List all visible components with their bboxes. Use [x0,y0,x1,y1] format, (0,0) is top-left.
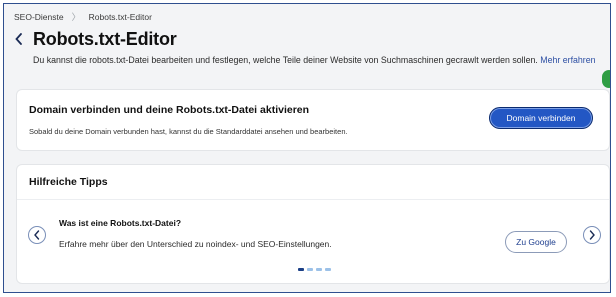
tip-description: Erfahre mehr über den Unterschied zu noi… [59,239,332,249]
chevron-right-icon [589,230,595,240]
pagination-dot-1[interactable] [298,268,304,271]
domain-card: Domain verbinden und deine Robots.txt-Da… [16,89,610,151]
chevron-left-icon [15,33,22,45]
app-frame: SEO-Dienste 〉 Robots.txt-Editor Robots.t… [3,3,611,293]
domain-card-title: Domain verbinden und deine Robots.txt-Da… [29,104,310,116]
chevron-left-icon [34,230,40,240]
go-to-google-button[interactable]: Zu Google [505,231,567,253]
tip-title: Was ist eine Robots.txt-Datei? [59,218,182,228]
pagination-dot-2[interactable] [307,268,313,271]
page-title: Robots.txt-Editor [33,29,177,49]
page-subtitle: Du kannst die robots.txt-Datei bearbeite… [33,55,596,65]
pagination-dots [298,268,331,271]
prev-tip-button[interactable] [28,226,46,244]
back-button[interactable] [13,32,25,46]
domain-card-description: Sobald du deine Domain verbunden hast, k… [29,127,348,136]
learn-more-link[interactable]: Mehr erfahren [540,55,595,65]
breadcrumb-item-seo-dienste[interactable]: SEO-Dienste [14,12,64,22]
tips-card-title: Hilfreiche Tipps [17,165,609,200]
status-badge[interactable] [602,70,610,88]
next-tip-button[interactable] [583,226,601,244]
subtitle-text: Du kannst die robots.txt-Datei bearbeite… [33,55,538,65]
tips-card: Hilfreiche Tipps Was ist eine Robots.txt… [16,164,610,284]
breadcrumb: SEO-Dienste 〉 Robots.txt-Editor [14,10,152,23]
pagination-dot-4[interactable] [325,268,331,271]
breadcrumb-separator-icon: 〉 [71,12,81,22]
connect-domain-button[interactable]: Domain verbinden [489,107,593,129]
breadcrumb-item-robots-editor: Robots.txt-Editor [88,11,152,22]
pagination-dot-3[interactable] [316,268,322,271]
